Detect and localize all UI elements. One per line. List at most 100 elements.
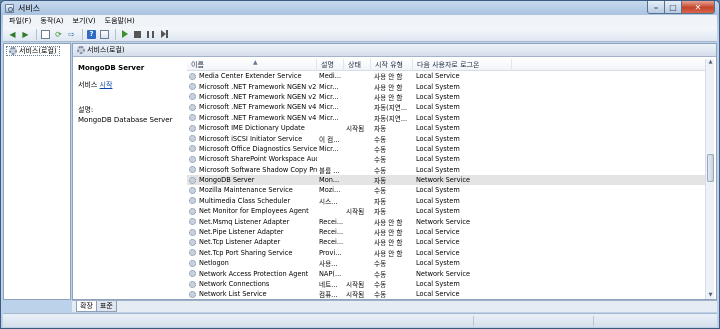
menu-view[interactable]: 보기(V) [73,16,96,26]
properties-icon [100,29,109,39]
service-name-cell: Net.Tcp Port Sharing Service [187,249,317,257]
service-description: 이 컴... [319,135,340,144]
tab-standard[interactable]: 표준 [95,301,117,312]
service-description: Medi... [319,72,342,81]
service-row[interactable]: Microsoft SharePoint Workspace Audi... 수동… [187,154,714,164]
menu-help[interactable]: 도움말(H) [105,16,135,26]
service-name: Network Access Protection Agent [199,269,309,278]
scroll-up-arrow-icon[interactable]: ▲ [706,59,715,68]
service-row[interactable]: Network List Service 컴퓨... 시작됨 수동 Local Serv… [187,289,714,299]
service-row[interactable]: Microsoft .NET Framework NGEN v4.0....Mi… [187,102,714,112]
service-name-cell: MongoDB Server [187,176,317,184]
gear-icon [189,103,196,111]
title-bar[interactable]: 서비스 – □ ✕ [1,1,719,15]
tree-item-services-local[interactable]: 서비스(로컬) [6,46,60,56]
detail-action-row: 서비스 시작 [78,80,190,90]
service-name: Microsoft IME Dictionary Update [199,124,305,133]
service-row[interactable]: Net.Msmq Listener Adapter Recei... 사용 안 함 N… [187,216,714,227]
service-row[interactable]: Network Access Protection Agent NAP(... 수동… [187,268,714,279]
column-header-description[interactable]: 설명 [317,59,344,71]
detail-description-text: MongoDB Database Server [78,116,173,124]
service-row[interactable]: Microsoft IME Dictionary Update 시작됨 자동 Loca… [187,123,714,133]
back-arrow-icon[interactable]: ◀ [7,29,18,40]
service-row[interactable]: Netlogon 사용... 수동 Local System [187,258,714,268]
service-logon-as: Local System [416,124,460,133]
service-row[interactable]: Microsoft Office Diagnostics Service Micr… [187,144,714,154]
show-hide-tree-button[interactable] [40,29,51,40]
pause-service-button[interactable] [145,29,156,40]
gear-icon [189,145,196,153]
service-logon-as: Network Service [416,176,470,185]
service-description: 볼륨 ... [319,166,340,175]
column-header-name[interactable]: 이름 ▲ [187,59,317,71]
service-logon-as: Local System [416,280,460,288]
service-startup-type: 사용 안 함 [374,83,403,92]
service-logon-as: Local System [416,103,460,112]
service-description: Micr... [319,113,339,122]
column-header-startup-type[interactable]: 시작 유형 [371,59,413,71]
service-row[interactable]: Microsoft iSCSI Initiator Service 이 컴... 수… [187,133,714,144]
service-row[interactable]: Media Center Extender Service Medi... 사용 안… [187,71,714,81]
gear-icon [189,166,196,174]
services-list: 이름 ▲ 설명 상태 시작 유형 다음 사용자로 로그온 Media Cente… [187,59,715,299]
forward-arrow-icon[interactable]: ▶ [20,29,31,40]
service-row[interactable]: Net Monitor for Employees Agent 시작됨 자동 Loca… [187,206,714,216]
close-button[interactable]: ✕ [682,1,715,14]
tab-extended[interactable]: 확장 [76,301,97,312]
service-row[interactable]: Multimedia Class Scheduler 시스... 자동 Local S… [187,196,714,206]
service-description: Micr... [319,103,339,112]
service-logon-as: Local System [416,134,460,143]
menu-action[interactable]: 동작(A) [40,16,63,26]
gear-icon [189,93,196,101]
service-startup-type: 사용 안 함 [374,93,403,102]
scroll-down-arrow-icon[interactable]: ▼ [706,292,715,299]
service-row[interactable]: MongoDB Server Mon... 자동 Network Service [187,174,714,186]
vertical-scrollbar[interactable]: ▲ ▼ [705,59,715,299]
start-service-button[interactable] [119,29,130,40]
service-description: Mon... [319,176,340,185]
service-name: Multimedia Class Scheduler [199,196,291,205]
gear-icon [77,46,85,54]
window-controls: – □ ✕ [647,1,715,14]
service-row[interactable]: Network Connections 네트... 시작됨 수동 Local Syste… [187,279,714,289]
service-startup-type: 수동 [374,135,387,144]
refresh-icon[interactable]: ⟳ [53,29,64,40]
service-row[interactable]: Net.Tcp Port Sharing Service Provi... 사용 안… [187,248,714,258]
service-description: NAP(... [319,269,342,278]
help-button[interactable]: ? [86,29,97,40]
service-description: Recei... [319,238,344,247]
properties-button[interactable] [99,29,110,40]
service-startup-type: 수동 [374,291,387,300]
service-row[interactable]: Net.Pipe Listener Adapter Recei... 사용 안 함 L… [187,227,714,237]
stop-service-button[interactable] [132,29,143,40]
service-row[interactable]: Microsoft .NET Framework NGEN v2.0....Mi… [187,92,714,102]
services-pane: 서비스(로컬) MongoDB Server 서비스 시작 설명: MongoD… [72,43,717,300]
start-service-link[interactable]: 시작 [100,81,113,89]
column-header-logon-as[interactable]: 다음 사용자로 로그온 [413,59,512,71]
menu-file[interactable]: 파일(F) [9,16,31,26]
service-description: 사용... [319,260,338,269]
service-name: Net.Pipe Listener Adapter [199,228,284,237]
service-description: 네트... [319,281,338,289]
service-description: Provi... [319,248,342,257]
detail-service-name: MongoDB Server [78,64,145,72]
service-logon-as: Local Service [416,238,460,247]
service-name: MongoDB Server [199,176,255,185]
service-row[interactable]: Net.Tcp Listener Adapter Recei... 사용 안 함 Lo… [187,237,714,247]
service-row[interactable]: Mozilla Maintenance Service Mozi... 수동 Loca… [187,185,714,195]
export-list-icon[interactable]: ⇨ [66,29,77,40]
restart-service-button[interactable] [158,29,169,40]
service-row[interactable]: Microsoft Software Shadow Copy Pro... 볼륨 … [187,165,714,175]
column-header-status[interactable]: 상태 [344,59,371,71]
service-name: Mozilla Maintenance Service [199,186,293,195]
service-logon-as: Local System [416,92,460,101]
scrollbar-thumb[interactable] [707,154,714,182]
service-description: Mozi... [319,186,341,195]
service-name: Microsoft .NET Framework NGEN v2.0.... [199,82,317,91]
service-row[interactable]: Microsoft .NET Framework NGEN v4.0....Mi… [187,113,714,123]
minimize-button[interactable]: – [647,1,665,14]
status-bar-divider [473,316,474,326]
service-name-cell: Microsoft IME Dictionary Update [187,124,317,132]
service-row[interactable]: Microsoft .NET Framework NGEN v2.0....Mi… [187,81,714,92]
maximize-button[interactable]: □ [665,1,682,14]
